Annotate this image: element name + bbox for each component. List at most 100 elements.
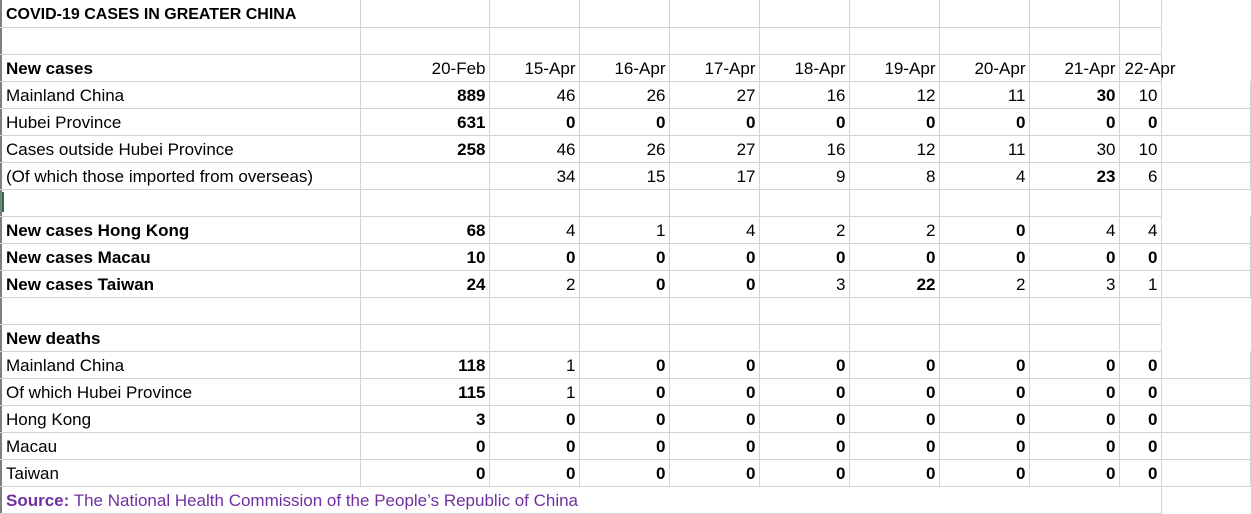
empty-cell[interactable] — [759, 189, 850, 217]
day-value-cell[interactable]: 30 — [1029, 81, 1120, 109]
empty-cell[interactable] — [360, 0, 490, 28]
date-header-cell[interactable]: 19-Apr — [849, 54, 940, 82]
day-value-cell[interactable]: 0 — [1029, 351, 1120, 379]
day-value-cell[interactable]: 0 — [759, 243, 850, 271]
date-header-cell[interactable]: 20-Feb — [360, 54, 490, 82]
day-value-cell[interactable]: 0 — [1029, 459, 1120, 487]
day-value-cell[interactable]: 12 — [849, 135, 940, 163]
empty-cell[interactable] — [1161, 405, 1251, 433]
row-label-cell[interactable]: Taiwan — [0, 459, 361, 487]
day-value-cell[interactable]: 0 — [669, 432, 760, 460]
day-value-cell[interactable]: 0 — [849, 243, 940, 271]
day-value-cell[interactable]: 0 — [669, 270, 760, 298]
day-value-cell[interactable]: 0 — [939, 351, 1030, 379]
feb-value-cell[interactable]: 10 — [360, 243, 490, 271]
empty-cell[interactable] — [579, 0, 670, 28]
row-label-cell[interactable]: Mainland China — [0, 81, 361, 109]
empty-cell[interactable] — [759, 27, 850, 55]
date-header-cell[interactable]: 17-Apr — [669, 54, 760, 82]
day-value-cell[interactable]: 9 — [759, 162, 850, 190]
empty-cell[interactable] — [0, 27, 361, 55]
day-value-cell[interactable]: 46 — [489, 81, 580, 109]
feb-value-cell[interactable]: 115 — [360, 378, 490, 406]
day-value-cell[interactable]: 0 — [939, 243, 1030, 271]
empty-cell[interactable] — [849, 27, 940, 55]
day-value-cell[interactable]: 0 — [579, 432, 670, 460]
day-value-cell[interactable]: 11 — [939, 81, 1030, 109]
empty-cell[interactable] — [579, 297, 670, 325]
empty-cell[interactable] — [0, 297, 361, 325]
empty-cell[interactable] — [939, 27, 1030, 55]
row-label-cell[interactable]: Hong Kong — [0, 405, 361, 433]
day-value-cell[interactable]: 4 — [669, 216, 760, 244]
day-value-cell[interactable]: 27 — [669, 81, 760, 109]
day-value-cell[interactable]: 0 — [1029, 432, 1120, 460]
day-value-cell[interactable]: 0 — [1119, 378, 1162, 406]
day-value-cell[interactable]: 0 — [849, 108, 940, 136]
empty-cell[interactable] — [1161, 216, 1251, 244]
empty-cell[interactable] — [489, 297, 580, 325]
day-value-cell[interactable]: 0 — [1119, 432, 1162, 460]
day-value-cell[interactable]: 6 — [1119, 162, 1162, 190]
day-value-cell[interactable]: 0 — [939, 459, 1030, 487]
feb-value-cell[interactable]: 258 — [360, 135, 490, 163]
row-label-cell[interactable]: Cases outside Hubei Province — [0, 135, 361, 163]
empty-cell[interactable] — [1119, 0, 1162, 28]
day-value-cell[interactable]: 0 — [759, 378, 850, 406]
day-value-cell[interactable]: 46 — [489, 135, 580, 163]
empty-cell[interactable] — [360, 297, 490, 325]
day-value-cell[interactable]: 0 — [489, 243, 580, 271]
empty-cell[interactable] — [669, 27, 760, 55]
empty-cell[interactable] — [0, 189, 361, 217]
empty-cell[interactable] — [360, 189, 490, 217]
source-cell[interactable]: Source: The National Health Commission o… — [0, 486, 1162, 514]
day-value-cell[interactable]: 17 — [669, 162, 760, 190]
day-value-cell[interactable]: 8 — [849, 162, 940, 190]
day-value-cell[interactable]: 0 — [1029, 378, 1120, 406]
day-value-cell[interactable]: 12 — [849, 81, 940, 109]
empty-cell[interactable] — [1119, 324, 1162, 352]
empty-cell[interactable] — [579, 27, 670, 55]
day-value-cell[interactable]: 0 — [849, 351, 940, 379]
section-header-cell[interactable]: New cases — [0, 54, 361, 82]
day-value-cell[interactable]: 0 — [849, 378, 940, 406]
day-value-cell[interactable]: 22 — [849, 270, 940, 298]
date-header-cell[interactable]: 18-Apr — [759, 54, 850, 82]
empty-cell[interactable] — [669, 189, 760, 217]
row-label-cell[interactable]: New cases Taiwan — [0, 270, 361, 298]
day-value-cell[interactable]: 30 — [1029, 135, 1120, 163]
feb-value-cell[interactable]: 3 — [360, 405, 490, 433]
empty-cell[interactable] — [1119, 27, 1162, 55]
empty-cell[interactable] — [1161, 270, 1251, 298]
empty-cell[interactable] — [1161, 81, 1251, 109]
feb-value-cell[interactable]: 68 — [360, 216, 490, 244]
day-value-cell[interactable]: 4 — [1119, 216, 1162, 244]
day-value-cell[interactable]: 0 — [579, 270, 670, 298]
date-header-cell[interactable]: 20-Apr — [939, 54, 1030, 82]
empty-cell[interactable] — [1119, 297, 1162, 325]
day-value-cell[interactable]: 4 — [489, 216, 580, 244]
empty-cell[interactable] — [360, 27, 490, 55]
day-value-cell[interactable]: 0 — [849, 459, 940, 487]
day-value-cell[interactable]: 10 — [1119, 81, 1162, 109]
day-value-cell[interactable]: 0 — [849, 432, 940, 460]
day-value-cell[interactable]: 1 — [1119, 270, 1162, 298]
day-value-cell[interactable]: 0 — [669, 405, 760, 433]
day-value-cell[interactable]: 2 — [849, 216, 940, 244]
day-value-cell[interactable]: 26 — [579, 135, 670, 163]
day-value-cell[interactable]: 4 — [1029, 216, 1120, 244]
day-value-cell[interactable]: 0 — [1119, 459, 1162, 487]
day-value-cell[interactable]: 0 — [1119, 108, 1162, 136]
empty-cell[interactable] — [669, 297, 760, 325]
day-value-cell[interactable]: 0 — [1029, 405, 1120, 433]
empty-cell[interactable] — [669, 324, 760, 352]
feb-value-cell[interactable]: 889 — [360, 81, 490, 109]
day-value-cell[interactable]: 0 — [759, 432, 850, 460]
day-value-cell[interactable]: 1 — [489, 378, 580, 406]
row-label-cell[interactable]: New cases Macau — [0, 243, 361, 271]
empty-cell[interactable] — [579, 324, 670, 352]
day-value-cell[interactable]: 0 — [939, 378, 1030, 406]
day-value-cell[interactable]: 4 — [939, 162, 1030, 190]
empty-cell[interactable] — [759, 297, 850, 325]
empty-cell[interactable] — [849, 0, 940, 28]
